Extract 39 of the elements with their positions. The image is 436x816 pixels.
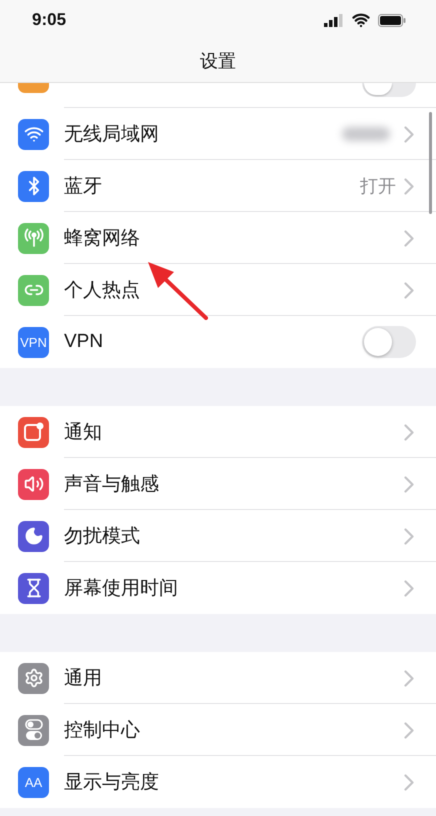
setting-label[interactable]: 蓝牙: [64, 173, 360, 199]
settings-icon: [24, 668, 44, 688]
setting-label[interactable]: 个人热点: [64, 277, 404, 303]
chevron-icon: [404, 580, 414, 596]
antenna-icon: [22, 228, 44, 248]
setting-label[interactable]: 通知: [64, 419, 404, 445]
setting-label[interactable]: 蜂窝网络: [64, 225, 404, 251]
chevron-icon: [404, 230, 414, 246]
setting-label[interactable]: VPN: [64, 331, 362, 353]
setting-label[interactable]: 控制中心: [64, 717, 404, 743]
setting-label[interactable]: 声音与触感: [64, 471, 404, 497]
toggle-switch[interactable]: [362, 83, 416, 97]
setting-label[interactable]: 无线局域网: [64, 121, 342, 147]
setting-label[interactable]: 通用: [64, 665, 404, 691]
chevron-icon: [404, 774, 414, 790]
icon-label: AA: [24, 774, 42, 790]
chevron-icon: [404, 476, 414, 492]
speaker-icon: [24, 474, 44, 494]
page-title: 设置: [200, 50, 236, 73]
chevron-icon: [404, 178, 414, 194]
icon-label: VPN: [20, 334, 47, 350]
setting-value: 打开: [360, 175, 396, 198]
chevron-icon: [404, 528, 414, 544]
toggle-switch[interactable]: [362, 326, 416, 358]
chevron-icon: [404, 126, 414, 142]
setting-label[interactable]: 屏幕使用时间: [64, 575, 404, 601]
status-time: 9:05: [32, 10, 66, 30]
notification-icon: [24, 422, 44, 442]
chevron-icon: [404, 282, 414, 298]
chevron-icon: [404, 722, 414, 738]
chevron-icon: [404, 424, 414, 440]
battery-icon: [378, 14, 406, 26]
moon-icon: [24, 526, 44, 546]
switches-icon: [24, 719, 42, 741]
setting-label[interactable]: 勿扰模式: [64, 523, 404, 549]
wifi-icon: [352, 11, 370, 29]
signal-icon: [324, 14, 344, 26]
setting-label[interactable]: 显示与亮度: [64, 769, 404, 795]
chevron-icon: [404, 670, 414, 686]
